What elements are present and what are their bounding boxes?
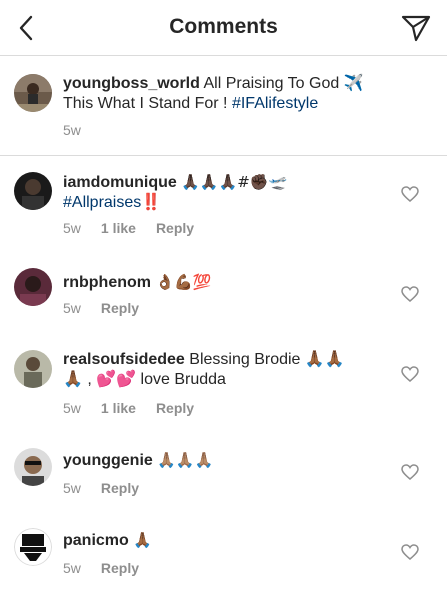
list-item: realsoufsidedee Blessing Brodie 🙏🏾🙏🏾 🙏🏾 … [0,330,447,420]
comment-text: iamdomunique 🙏🏿🙏🏿🙏🏿#✊🏿🛫 #Allpraises‼️ [63,172,403,213]
caption-time: 5w [63,122,81,138]
comment-text: rnbphenom 👌🏾💪🏾💯 [63,272,403,293]
comment-time: 5w [63,560,81,576]
reply-button[interactable]: Reply [101,480,139,496]
comment-username[interactable]: younggenie [63,452,153,469]
reply-button[interactable]: Reply [101,560,139,576]
caption-meta: 5w [63,122,101,138]
avatar[interactable] [14,448,52,486]
avatar[interactable] [14,350,52,388]
heart-outline-icon[interactable] [401,544,419,560]
comment-line2: 🙏🏾 , 💕💕 love Brudda [63,371,226,388]
heart-outline-icon[interactable] [401,286,419,302]
post-caption: youngboss_world All Praising To God ✈️ T… [0,56,447,156]
comment-time: 5w [63,300,81,316]
top-nav-bar: Comments [0,0,447,56]
comment-exclaim: ‼️ [141,194,162,211]
comment-line1: Blessing Brodie 🙏🏾🙏🏾 [189,351,345,368]
comment-time: 5w [63,480,81,496]
comment-meta: 5w Reply [63,560,159,576]
comment-emoji: 🙏🏽🙏🏽🙏🏽 [157,451,214,469]
comment-likes[interactable]: 1 like [101,220,136,236]
comment-username[interactable]: panicmo [63,532,129,549]
comment-text: realsoufsidedee Blessing Brodie 🙏🏾🙏🏾 🙏🏾 … [63,350,403,390]
caption-line1: All Praising To God ✈️ [203,75,364,92]
caption-username[interactable]: youngboss_world [63,75,200,92]
comment-emoji: 🙏🏿🙏🏿🙏🏿#✊🏿🛫 [181,173,288,191]
heart-outline-icon[interactable] [401,464,419,480]
comment-username[interactable]: rnbphenom [63,274,151,291]
list-item: younggenie 🙏🏽🙏🏽🙏🏽 5w Reply [0,430,447,500]
list-item: panicmo 🙏🏾 5w Reply [0,510,447,590]
comment-meta: 5w 1 like Reply [63,400,214,416]
reply-button[interactable]: Reply [156,220,194,236]
list-item: rnbphenom 👌🏾💪🏾💯 5w Reply [0,250,447,320]
avatar[interactable] [14,172,52,210]
avatar[interactable] [14,528,52,566]
heart-outline-icon[interactable] [401,186,419,202]
comment-text: younggenie 🙏🏽🙏🏽🙏🏽 [63,450,403,471]
send-direct-icon [401,15,431,42]
caption-hashtag[interactable]: #IFAlifestyle [232,95,318,112]
comment-time: 5w [63,400,81,416]
comment-text: panicmo 🙏🏾 [63,530,403,551]
comment-username[interactable]: iamdomunique [63,174,177,191]
comment-meta: 5w Reply [63,300,159,316]
reply-button[interactable]: Reply [101,300,139,316]
comment-username[interactable]: realsoufsidedee [63,351,185,368]
comment-meta: 5w 1 like Reply [63,220,214,236]
avatar[interactable] [14,74,52,112]
comment-emoji: 🙏🏾 [133,531,152,549]
avatar[interactable] [14,268,52,306]
comment-meta: 5w Reply [63,480,159,496]
reply-button[interactable]: Reply [156,400,194,416]
send-direct-button[interactable] [399,12,433,44]
heart-outline-icon[interactable] [401,366,419,382]
page-title: Comments [169,15,278,38]
caption-text: youngboss_world All Praising To God ✈️ T… [63,74,423,114]
panicmo-logo [14,528,52,566]
list-item: iamdomunique 🙏🏿🙏🏿🙏🏿#✊🏿🛫 #Allpraises‼️ 5w… [0,156,447,242]
comment-likes[interactable]: 1 like [101,400,136,416]
comment-emoji: 👌🏾💪🏾💯 [155,273,212,291]
comment-time: 5w [63,220,81,236]
caption-line2: This What I Stand For ! [63,95,232,112]
comment-hashtag[interactable]: #Allpraises [63,194,141,211]
